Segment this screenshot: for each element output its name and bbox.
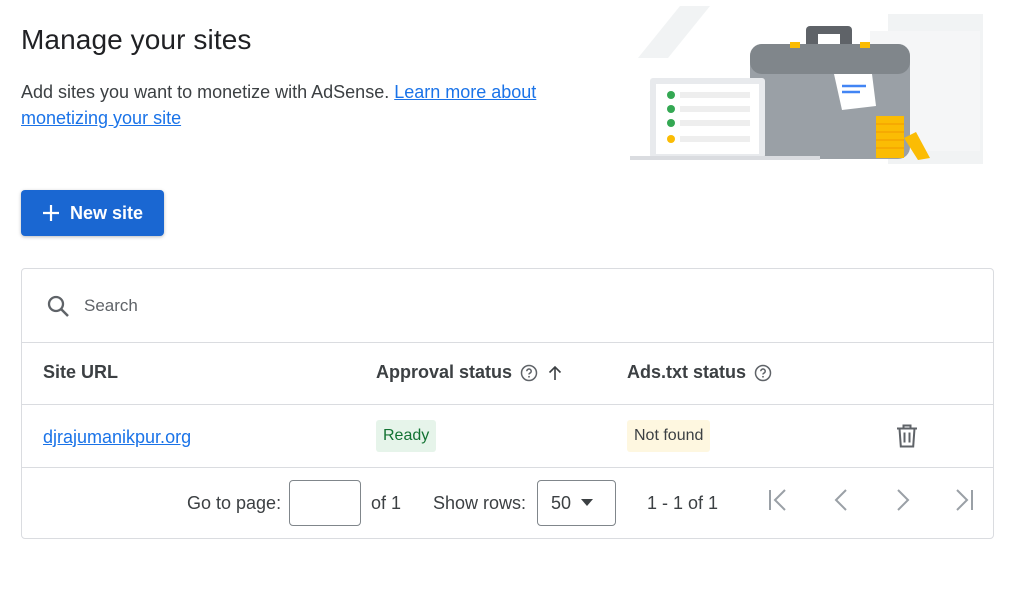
go-to-page-input[interactable] xyxy=(289,480,361,526)
chevron-left-icon[interactable] xyxy=(830,488,852,512)
rows-per-page-value: 50 xyxy=(551,492,572,513)
show-rows-label: Show rows: xyxy=(433,493,527,513)
search-bar xyxy=(22,269,993,343)
sites-table-card: Site URL Approval status Ads.txt status … xyxy=(21,268,994,539)
search-input[interactable] xyxy=(82,291,486,321)
ads-txt-status-badge: Not found xyxy=(627,420,711,452)
pagination-bar: Go to page: of 1 Show rows: 50 1 - 1 of … xyxy=(22,468,993,540)
column-header-approval-status[interactable]: Approval status xyxy=(376,362,564,383)
arrow-up-icon[interactable] xyxy=(546,364,564,382)
last-page-icon[interactable] xyxy=(953,488,975,512)
page-description: Add sites you want to monetize with AdSe… xyxy=(21,79,581,131)
page-count-text: of 1 xyxy=(371,493,402,513)
plus-icon xyxy=(42,205,59,221)
new-site-button[interactable]: New site xyxy=(21,190,164,236)
page-range-text: 1 - 1 of 1 xyxy=(647,493,719,513)
help-circle-icon[interactable] xyxy=(520,364,538,382)
search-icon xyxy=(47,295,69,317)
table-header: Site URL Approval status Ads.txt status xyxy=(22,342,993,405)
caret-down-icon xyxy=(581,499,594,506)
help-circle-icon[interactable] xyxy=(754,364,772,382)
trash-icon[interactable] xyxy=(896,424,918,448)
new-site-label: New site xyxy=(69,202,144,223)
column-header-ads-txt-status: Ads.txt status xyxy=(627,362,772,383)
site-url-link[interactable]: djrajumanikpur.org xyxy=(43,427,191,448)
sites-illustration xyxy=(630,6,983,164)
chevron-right-icon[interactable] xyxy=(892,488,914,512)
first-page-icon[interactable] xyxy=(767,488,789,512)
column-label: Site URL xyxy=(43,362,119,382)
go-to-page-label: Go to page: xyxy=(187,493,282,513)
rows-per-page-select[interactable]: 50 xyxy=(537,480,616,526)
column-label: Ads.txt status xyxy=(627,362,747,382)
column-header-site-url: Site URL xyxy=(43,362,118,383)
description-text: Add sites you want to monetize with AdSe… xyxy=(21,82,395,102)
table-row: djrajumanikpur.org Ready Not found xyxy=(22,405,993,468)
page-title: Manage your sites xyxy=(21,24,252,55)
column-label: Approval status xyxy=(376,362,513,382)
approval-status-badge: Ready xyxy=(376,420,437,452)
